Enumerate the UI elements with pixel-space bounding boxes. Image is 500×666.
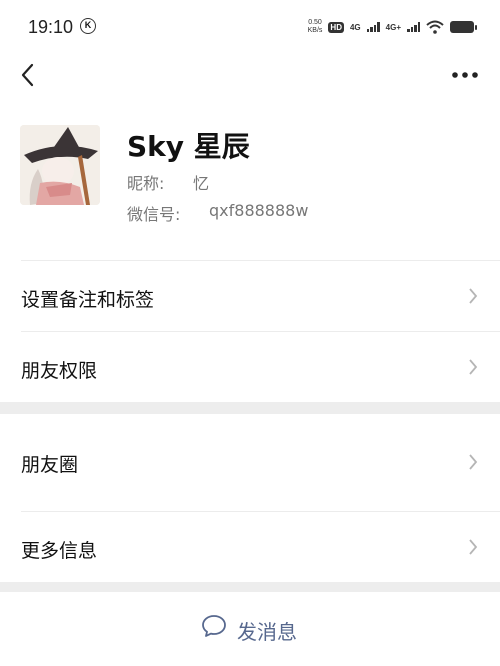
nav-bar	[0, 54, 500, 98]
menu-item-label: 更多信息	[21, 540, 98, 562]
more-button[interactable]	[448, 60, 482, 90]
chevron-right-icon	[469, 454, 478, 470]
avatar-image	[20, 125, 100, 205]
chat-bubble-icon	[202, 615, 226, 637]
menu-item-moments[interactable]: 朋友圈	[0, 414, 500, 510]
wifi-icon	[426, 20, 444, 34]
send-message-button[interactable]: 发消息	[0, 592, 500, 666]
back-button[interactable]	[14, 60, 44, 90]
wechat-id-value: qxf888888w	[209, 201, 309, 220]
signal-icon	[407, 22, 420, 32]
chevron-right-icon	[469, 539, 478, 555]
chevron-right-icon	[469, 288, 478, 304]
menu-item-remarks-tags[interactable]: 设置备注和标签	[0, 261, 500, 331]
net-speed-value: 0.50	[308, 19, 322, 26]
contact-name: Sky 星辰	[127, 130, 250, 163]
section-separator	[0, 402, 500, 414]
wechat-id-row: 微信号: qxf888888w	[127, 201, 308, 225]
nickname-value: 忆	[193, 174, 210, 193]
wechat-id-label: 微信号:	[127, 205, 181, 224]
status-time: 19:10	[28, 17, 74, 37]
nickname-row: 昵称: 忆	[127, 170, 209, 194]
chevron-left-icon	[21, 63, 34, 87]
status-bar: 19:10 K 0.50 KB/s HD 4G 4G+	[0, 0, 500, 54]
section-separator	[0, 582, 500, 592]
menu-item-label: 设置备注和标签	[21, 289, 155, 311]
net-speed-unit: KB/s	[307, 27, 323, 34]
send-message-label: 发消息	[237, 620, 297, 644]
menu-item-label: 朋友圈	[21, 454, 79, 476]
avatar[interactable]	[20, 125, 100, 205]
status-icons: 0.50 KB/s HD 4G 4G+	[308, 16, 477, 38]
profile-header: Sky 星辰 昵称: 忆 微信号: qxf888888w	[0, 110, 500, 260]
sim1-network-label: 4G	[349, 22, 361, 32]
k-icon: K	[80, 18, 96, 34]
menu-item-label: 朋友权限	[21, 360, 98, 382]
nickname-label: 昵称:	[127, 174, 165, 193]
chevron-right-icon	[469, 359, 478, 375]
menu-item-friend-permissions[interactable]: 朋友权限	[0, 332, 500, 402]
menu-item-more-info[interactable]: 更多信息	[0, 512, 500, 582]
more-dots-icon	[452, 72, 478, 78]
signal-icon	[366, 22, 380, 32]
hd-icon: HD	[328, 21, 344, 33]
sim2-network-label: 4G+	[385, 22, 401, 32]
net-speed: 0.50 KB/s	[308, 19, 323, 35]
battery-icon	[450, 21, 477, 33]
